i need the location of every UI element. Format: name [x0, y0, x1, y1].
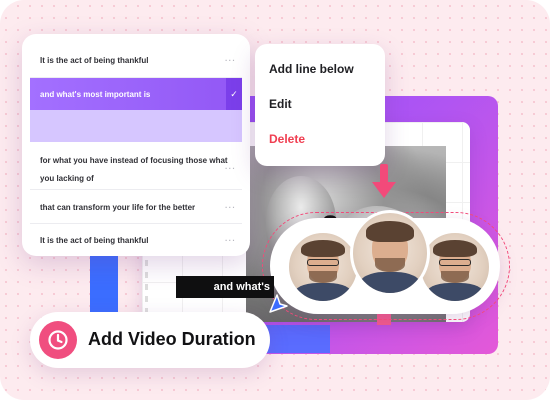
subtitle-row[interactable]: that can transform your life for the bet…	[30, 192, 242, 224]
arrow-down-icon-head	[372, 182, 396, 198]
menu-item-add-line-below[interactable]: Add line below	[269, 62, 354, 76]
subtitle-row-new[interactable]	[30, 110, 242, 142]
cursor-arrow-icon	[269, 294, 288, 313]
check-icon[interactable]: ✓	[226, 78, 242, 110]
more-options-icon[interactable]: ···	[225, 236, 236, 245]
subtitle-text: It is the act of being thankful	[40, 235, 149, 245]
menu-item-delete[interactable]: Delete	[269, 132, 305, 146]
subtitle-row-selected[interactable]: and what's most important is ✓	[30, 78, 242, 110]
menu-item-edit[interactable]: Edit	[269, 97, 292, 111]
subtitle-row[interactable]: It is the act of being thankful ···	[30, 224, 242, 256]
arrow-down-icon	[380, 164, 388, 184]
subtitle-row[interactable]: for what you have instead of focusing th…	[30, 146, 242, 190]
subtitle-text: and what's most important is	[40, 89, 151, 99]
add-video-duration-button[interactable]: Add Video Duration	[30, 312, 270, 368]
speaker-thumbnail[interactable]	[286, 230, 360, 304]
subtitle-text: that can transform your life for the bet…	[40, 203, 196, 212]
duration-button-label: Add Video Duration	[88, 329, 256, 349]
subtitle-text: It is the act of being thankful	[40, 56, 149, 65]
clock-icon	[39, 321, 77, 359]
caption-text-box[interactable]: and what's	[176, 276, 274, 298]
speaker-thumbnail[interactable]	[418, 230, 492, 304]
more-options-icon[interactable]: ···	[225, 56, 236, 65]
subtitle-list-card: It is the act of being thankful ··· and …	[22, 34, 250, 256]
background-frame: s It is the act of being thankful ··· an…	[0, 0, 550, 400]
more-options-icon[interactable]: ···	[225, 160, 236, 178]
subtitle-row[interactable]: It is the act of being thankful ···	[30, 44, 242, 78]
more-options-icon[interactable]: ···	[225, 203, 236, 212]
subtitle-text: for what you have instead of focusing th…	[40, 156, 228, 183]
context-menu: Add line below Edit Delete	[255, 44, 385, 166]
speaker-thumbnail-active[interactable]	[350, 210, 430, 296]
